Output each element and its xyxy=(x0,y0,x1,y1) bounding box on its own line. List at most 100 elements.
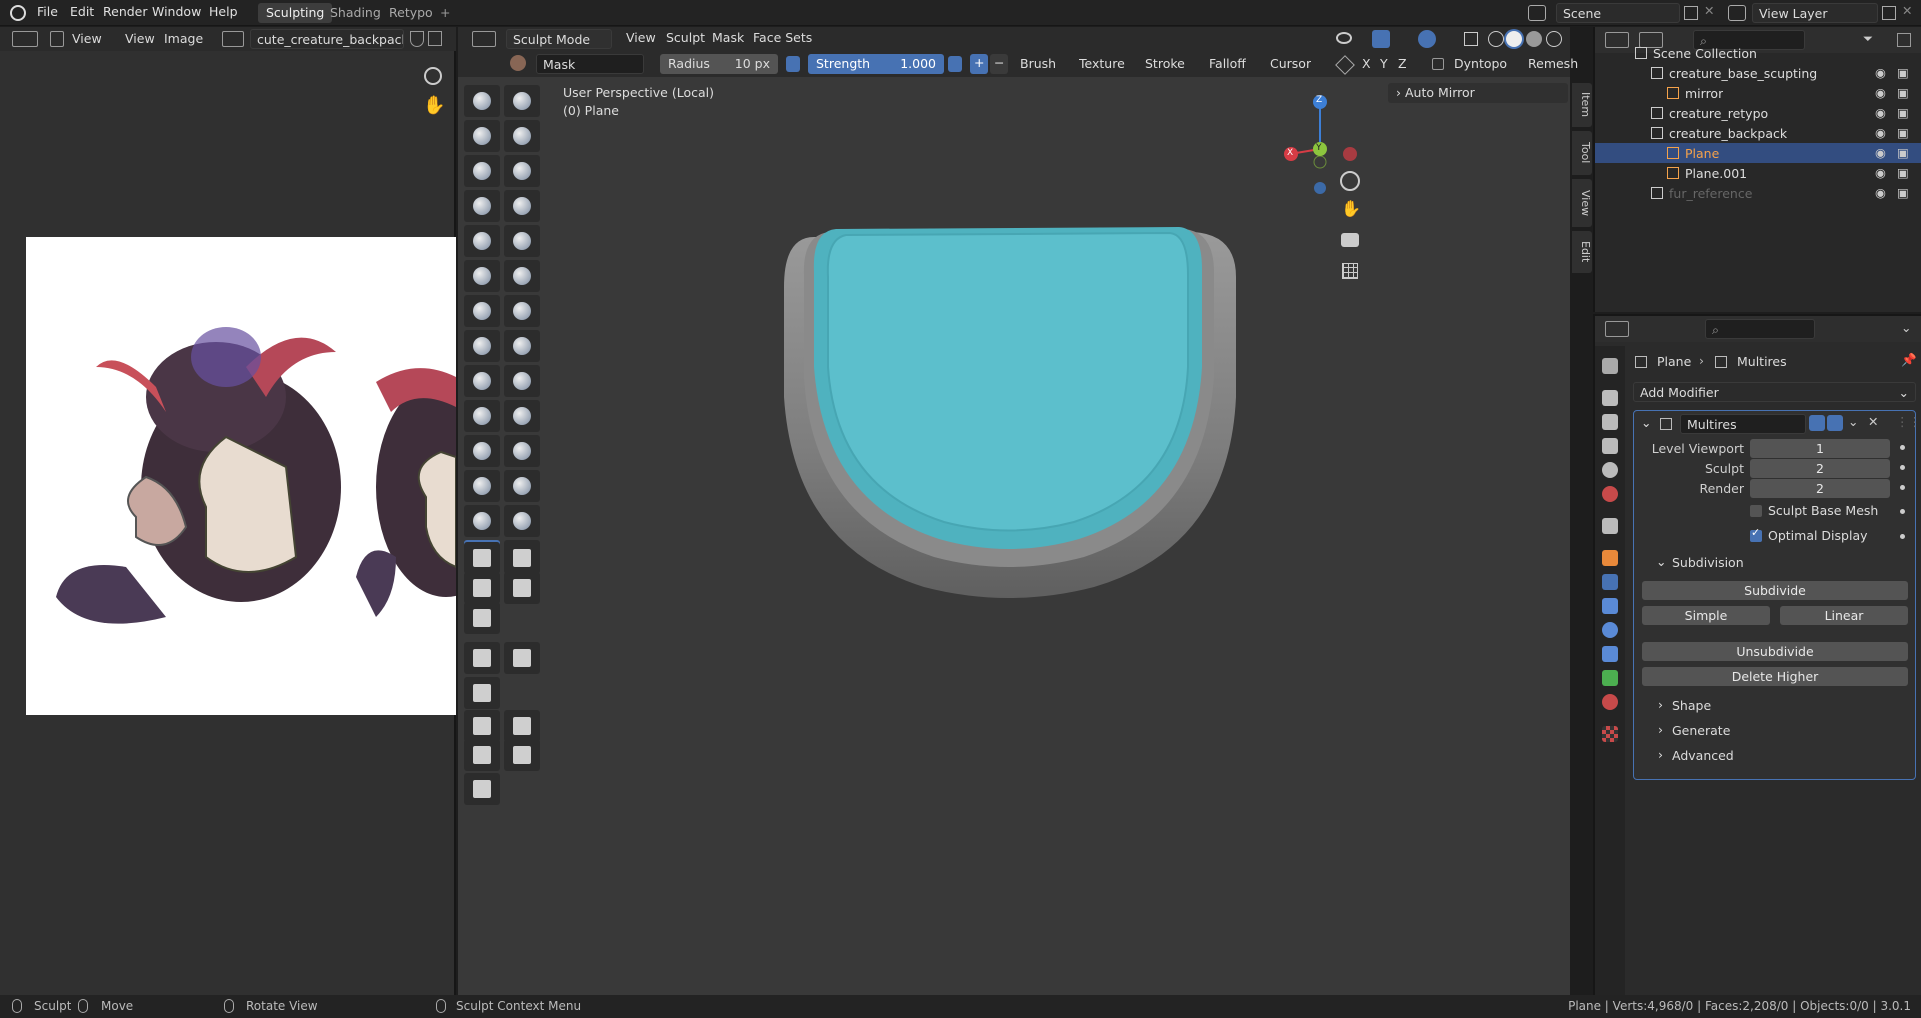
gizmo-toggle-icon[interactable] xyxy=(1372,30,1390,48)
keyframe-dot-icon[interactable] xyxy=(1900,465,1905,470)
strength-slider[interactable]: Strength 1.000 xyxy=(808,54,944,74)
lasso-trim-tool-icon[interactable] xyxy=(504,572,540,604)
symmetry-icon[interactable] xyxy=(1335,55,1355,75)
render-camera-icon[interactable]: ▣ xyxy=(1897,105,1909,120)
image-menu-image[interactable]: Image xyxy=(164,31,203,46)
shape-chevron-icon[interactable]: › xyxy=(1658,697,1663,712)
scene-tab-icon[interactable] xyxy=(1602,462,1618,478)
particles-tab-icon[interactable] xyxy=(1602,598,1618,614)
thumb-brush-icon[interactable] xyxy=(464,400,500,432)
image-menu-view[interactable]: View xyxy=(125,31,155,46)
close-scene-icon[interactable]: ✕ xyxy=(1704,3,1714,18)
modifier-name-field[interactable]: Multires xyxy=(1680,414,1806,434)
image-filename-field[interactable]: cute_creature_backpack.jpg xyxy=(250,29,404,49)
transform-tool-icon[interactable] xyxy=(504,739,540,771)
outliner-row-mirror[interactable]: mirror ◉ ▣ xyxy=(1595,83,1921,103)
outliner-row-plane-001[interactable]: Plane.001 ◉ ▣ xyxy=(1595,163,1921,183)
elastic-deform-brush-icon[interactable] xyxy=(464,365,500,397)
draw-sharp-brush-icon[interactable] xyxy=(504,85,540,117)
mask-add-button[interactable]: + xyxy=(970,54,988,74)
subdivision-chevron-icon[interactable]: ⌄ xyxy=(1656,554,1666,569)
visibility-eye-icon[interactable]: ◉ xyxy=(1875,185,1886,200)
sculpt-base-mesh-checkbox[interactable] xyxy=(1750,505,1762,517)
outliner-row-fur-reference[interactable]: fur_reference ◉ ▣ xyxy=(1595,183,1921,203)
sculpt-mesh[interactable] xyxy=(774,217,1244,602)
3d-viewport[interactable]: Sculpt Mode View Sculpt Mask Face Sets M… xyxy=(458,27,1592,995)
ortho-toggle-icon[interactable] xyxy=(1342,263,1358,279)
generate-section-label[interactable]: Generate xyxy=(1672,723,1730,738)
visibility-eye-icon[interactable]: ◉ xyxy=(1875,165,1886,180)
strength-pressure-icon[interactable] xyxy=(948,56,962,72)
shading-solid-icon[interactable] xyxy=(1506,31,1522,47)
remove-modifier-icon[interactable]: ✕ xyxy=(1868,414,1878,429)
viewport-menu-sculpt[interactable]: Sculpt xyxy=(666,30,705,49)
box-mask-tool-icon[interactable] xyxy=(464,542,500,574)
new-scene-icon[interactable] xyxy=(1684,6,1698,20)
close-view-layer-icon[interactable]: ✕ xyxy=(1902,3,1912,18)
grab-brush-icon[interactable] xyxy=(504,330,540,362)
drag-handle-icon[interactable]: ⋮⋮ xyxy=(1896,414,1921,429)
zoom-icon[interactable] xyxy=(424,67,442,85)
slide-relax-brush-icon[interactable] xyxy=(464,470,500,502)
pan-view-icon[interactable]: ✋ xyxy=(1341,199,1361,218)
scale-tool-icon[interactable] xyxy=(464,739,500,771)
snake-hook-brush-icon[interactable] xyxy=(504,365,540,397)
pinch-brush-icon[interactable] xyxy=(464,330,500,362)
radius-slider[interactable]: Radius 10 px xyxy=(660,54,778,74)
sidebar-tab-view[interactable]: View xyxy=(1572,179,1592,227)
multiplane-scrape-brush-icon[interactable] xyxy=(504,295,540,327)
cursor-dropdown[interactable]: Cursor xyxy=(1270,56,1311,75)
visibility-eye-icon[interactable]: ◉ xyxy=(1875,145,1886,160)
sculpt-level-field[interactable]: 2 xyxy=(1750,459,1890,478)
smooth-brush-icon[interactable] xyxy=(504,225,540,257)
shape-section-label[interactable]: Shape xyxy=(1672,698,1711,713)
stroke-dropdown[interactable]: Stroke xyxy=(1145,56,1185,75)
blender-logo-icon[interactable] xyxy=(10,5,26,21)
keyframe-dot-icon[interactable] xyxy=(1900,485,1905,490)
menu-help[interactable]: Help xyxy=(209,4,238,19)
blob-brush-icon[interactable] xyxy=(504,190,540,222)
shading-wireframe-icon[interactable] xyxy=(1488,31,1504,47)
shading-material-icon[interactable] xyxy=(1526,31,1542,47)
box-face-set-tool-icon[interactable] xyxy=(464,572,500,604)
simplify-brush-icon[interactable] xyxy=(504,505,540,537)
new-view-layer-icon[interactable] xyxy=(1882,6,1896,20)
pin-icon[interactable]: 📌 xyxy=(1901,352,1917,368)
view-layer-icon[interactable] xyxy=(1728,5,1746,21)
outliner-row-scene-collection[interactable]: Scene Collection xyxy=(1595,43,1921,63)
unsubdivide-button[interactable]: Unsubdivide xyxy=(1642,642,1908,661)
rotate-tool-icon[interactable] xyxy=(504,710,540,742)
clay-thumb-brush-icon[interactable] xyxy=(464,155,500,187)
world-tab-icon[interactable] xyxy=(1602,486,1618,502)
render-camera-icon[interactable]: ▣ xyxy=(1897,65,1909,80)
flatten-brush-icon[interactable] xyxy=(464,260,500,292)
mask-subtract-button[interactable]: − xyxy=(990,54,1008,74)
render-camera-icon[interactable]: ▣ xyxy=(1897,125,1909,140)
keyframe-dot-icon[interactable] xyxy=(1900,445,1905,450)
collection-tab-icon[interactable] xyxy=(1602,518,1618,534)
overlays-toggle-icon[interactable] xyxy=(1418,30,1436,48)
sidebar-tab-edit[interactable]: Edit xyxy=(1572,231,1592,273)
generate-chevron-icon[interactable]: › xyxy=(1658,722,1663,737)
keyframe-dot-icon[interactable] xyxy=(1900,534,1905,539)
keyframe-dot-icon[interactable] xyxy=(1900,509,1905,514)
linear-button[interactable]: Linear xyxy=(1780,606,1908,625)
mesh-filter-tool-icon[interactable] xyxy=(464,642,500,674)
view-mode-selector[interactable]: View xyxy=(72,31,102,46)
render-camera-icon[interactable]: ▣ xyxy=(1897,185,1909,200)
falloff-dropdown[interactable]: Falloff xyxy=(1209,56,1246,75)
xray-icon[interactable] xyxy=(1464,32,1478,46)
brush-name-field[interactable]: Mask xyxy=(536,54,644,74)
properties-options-icon[interactable]: ⌄ xyxy=(1901,320,1911,335)
material-tab-icon[interactable] xyxy=(1602,694,1618,710)
pose-brush-icon[interactable] xyxy=(504,400,540,432)
outliner-row-creature-retypo[interactable]: creature_retypo ◉ ▣ xyxy=(1595,103,1921,123)
collapse-chevron-icon[interactable]: ⌄ xyxy=(1641,415,1651,430)
properties-editor-type-icon[interactable] xyxy=(1605,321,1629,337)
render-tab-icon[interactable] xyxy=(1602,390,1618,406)
view-layer-selector[interactable]: View Layer xyxy=(1752,3,1878,23)
line-project-tool-icon[interactable] xyxy=(464,602,500,634)
sidebar-tab-item[interactable]: Item xyxy=(1572,83,1592,127)
menu-render[interactable]: Render xyxy=(103,4,148,19)
dyntopo-dropdown[interactable]: Dyntopo xyxy=(1454,56,1507,75)
